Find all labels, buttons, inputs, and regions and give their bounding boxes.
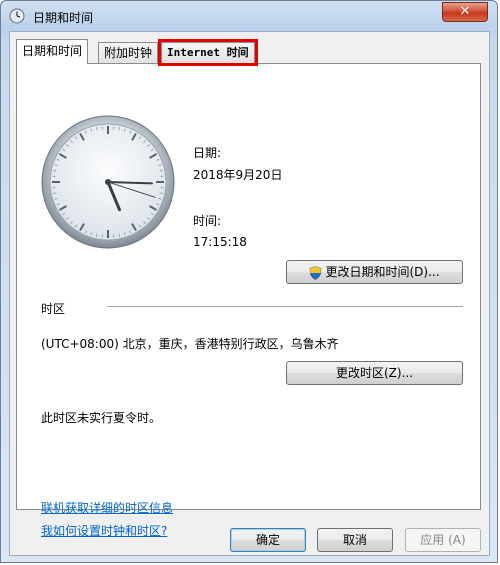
timezone-separator [107, 306, 463, 307]
tab-date-time[interactable]: 日期和时间 [16, 39, 89, 64]
clock-minute-tick [53, 169, 57, 172]
clock-minute-tick [53, 192, 57, 195]
timezone-section-label: 时区 [41, 302, 66, 316]
apply-button[interactable]: 应用 (A) [405, 528, 481, 552]
dst-note: 此时区未实行夏令时。 [41, 411, 162, 425]
minute-hand [107, 181, 153, 185]
time-value: 17:15:18 [193, 235, 247, 249]
change-timezone-button[interactable]: 更改时区(Z)... [286, 361, 463, 385]
window-title: 日期和时间 [33, 11, 94, 25]
cancel-button[interactable]: 取消 [317, 528, 393, 552]
online-timezone-info-link[interactable]: 联机获取详细的时区信息 [41, 499, 173, 516]
clock-minute-tick [118, 233, 121, 237]
time-label: 时间: [193, 214, 222, 228]
change-date-time-button[interactable]: 更改日期和时间(D)... [286, 260, 463, 284]
uac-shield-icon [310, 265, 322, 280]
tab-internet-time[interactable]: Internet 时间 [158, 39, 258, 66]
timezone-value: (UTC+08:00) 北京，重庆，香港特别行政区，乌鲁木齐 [41, 337, 339, 351]
tab-additional-clocks[interactable]: 附加时钟 [98, 42, 159, 63]
ok-button[interactable]: 确定 [230, 528, 306, 552]
how-to-set-clock-link[interactable]: 我如何设置时钟和时区? [41, 522, 167, 539]
tab-panel: 日期: 2018年9月20日 时间: 17:15:18 更改日期和时间(D)..… [16, 63, 481, 538]
clock-minute-tick [159, 169, 163, 172]
change-date-time-label: 更改日期和时间(D)... [325, 265, 440, 279]
clock-minute-tick [95, 127, 98, 131]
analog-clock [41, 115, 175, 249]
dialog-client: 日期和时间 附加时钟 Internet 时间 日期: 2018年9月20日 时间… [9, 31, 490, 556]
title-bar[interactable]: 日期和时间 ✕ [1, 1, 497, 31]
date-value: 2018年9月20日 [193, 168, 283, 182]
close-button[interactable]: ✕ [442, 2, 488, 22]
date-label: 日期: [193, 146, 222, 160]
date-time-dialog: 日期和时间 ✕ 日期和时间 附加时钟 Internet 时间 日期: 2018年… [0, 0, 498, 563]
clock-minute-tick [95, 233, 98, 237]
clock-minute-tick [159, 192, 163, 195]
clock-app-icon [9, 8, 25, 24]
clock-minute-tick [118, 127, 121, 131]
